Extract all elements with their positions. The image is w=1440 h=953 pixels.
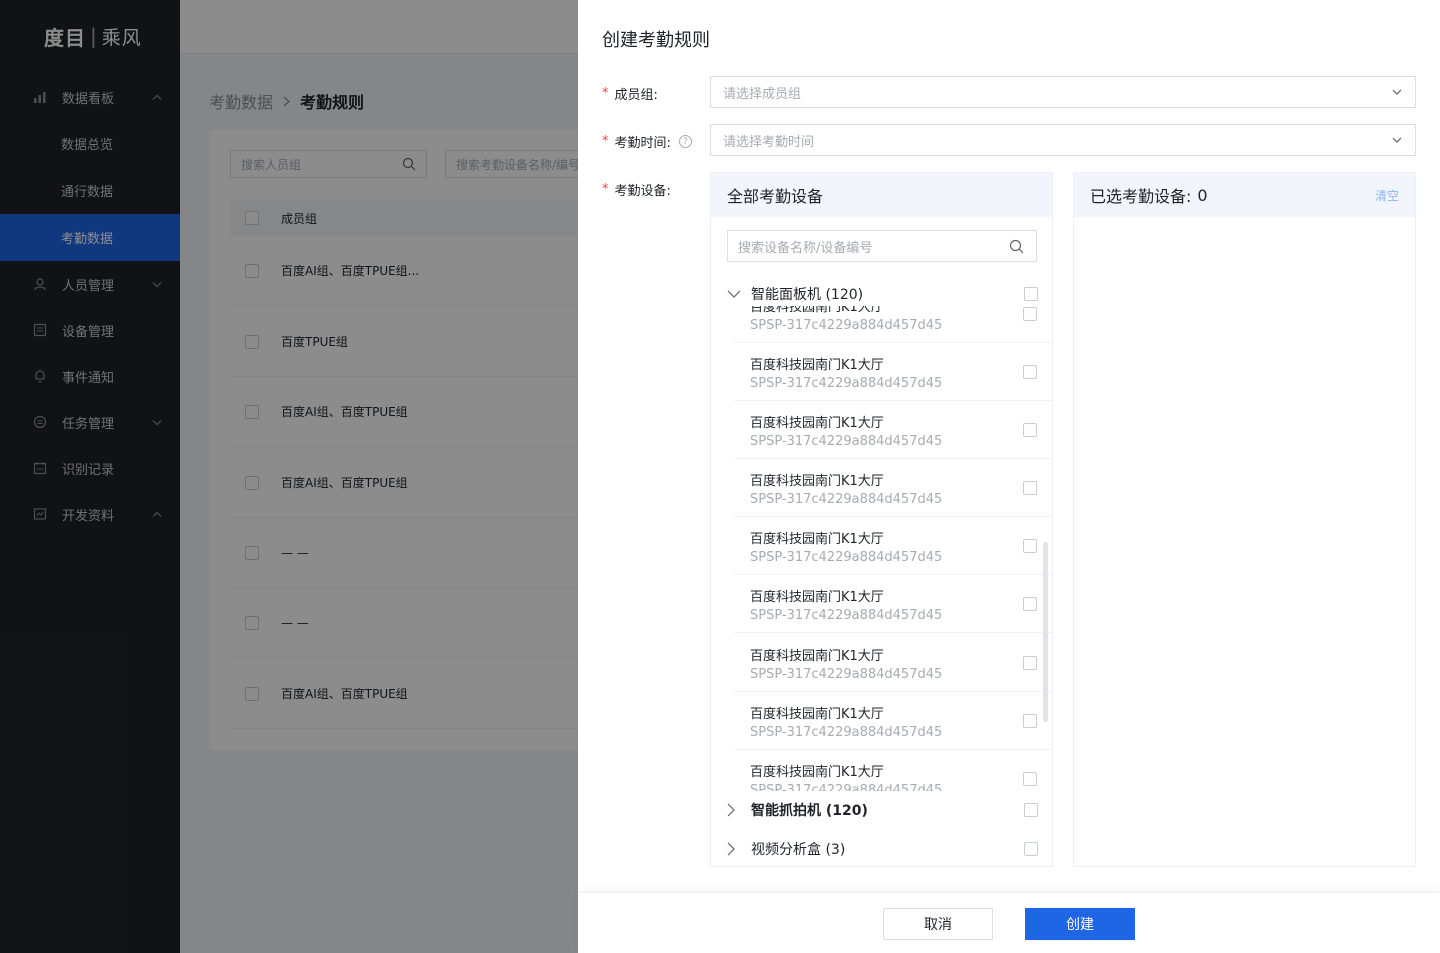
drawer-footer: 取消 创建: [578, 892, 1440, 953]
list-item[interactable]: 百度科技园南门K1大厅 SPSP-317c4229a884d457d45: [734, 401, 1052, 459]
device-name: 百度科技园南门K1大厅: [750, 474, 884, 489]
all-devices-panel: 全部考勤设备 搜索设备名称/设备编号 智能面板机 (120) 百度科技园南门K1…: [710, 172, 1053, 867]
device-code: SPSP-317c4229a884d457d45: [750, 318, 943, 333]
device-code: SPSP-317c4229a884d457d45: [750, 434, 943, 449]
search-icon: [1009, 239, 1024, 258]
attendance-time-select[interactable]: 请选择考勤时间: [710, 124, 1416, 156]
tree-group-panel-machine[interactable]: 智能面板机 (120): [711, 279, 1053, 309]
tree-group-label: 智能面板机 (120): [751, 287, 864, 303]
member-group-label: * 成员组:: [602, 84, 658, 103]
device-checkbox[interactable]: [1023, 481, 1037, 495]
device-checkbox[interactable]: [1023, 597, 1037, 611]
group-checkbox[interactable]: [1024, 803, 1038, 817]
device-checkbox[interactable]: [1023, 365, 1037, 379]
device-checkbox[interactable]: [1023, 656, 1037, 670]
device-name: 百度科技园南门K1大厅: [750, 649, 884, 664]
member-group-select[interactable]: 请选择成员组: [710, 76, 1416, 108]
help-icon[interactable]: ?: [678, 135, 692, 148]
all-devices-title: 全部考勤设备: [727, 187, 824, 206]
create-rule-drawer: 创建考勤规则 * 成员组: 请选择成员组 * 考勤时间: ? 请选择考勤时间 *…: [578, 0, 1440, 953]
tree-group-label: 视频分析盒 (3): [751, 842, 846, 858]
attendance-time-label: * 考勤时间: ?: [602, 132, 692, 151]
device-code: SPSP-317c4229a884d457d45: [750, 492, 943, 507]
member-group-placeholder: 请选择成员组: [723, 86, 802, 102]
list-item[interactable]: 百度科技园南门K1大厅 SPSP-317c4229a884d457d45: [734, 750, 1052, 791]
all-devices-header: 全部考勤设备: [711, 173, 1052, 217]
chevron-right-icon[interactable]: [727, 803, 741, 817]
device-name: 百度科技园南门K1大厅: [750, 358, 884, 373]
list-item[interactable]: 百度科技园南门K1大厅 SPSP-317c4229a884d457d45: [734, 343, 1052, 401]
device-checkbox[interactable]: [1023, 772, 1037, 786]
required-mark: *: [602, 182, 609, 197]
cancel-button[interactable]: 取消: [883, 908, 993, 940]
chevron-right-icon[interactable]: [727, 842, 741, 856]
device-list[interactable]: 百度科技园南门K1大厅 SPSP-317c4229a884d457d45 百度科…: [711, 306, 1053, 791]
attendance-time-label-text: 考勤时间:: [614, 136, 671, 151]
device-checkbox[interactable]: [1023, 539, 1037, 553]
tree-group-video-box[interactable]: 视频分析盒 (3): [711, 834, 1053, 864]
device-checkbox[interactable]: [1023, 714, 1037, 728]
device-name: 百度科技园南门K1大厅: [750, 765, 884, 780]
list-item[interactable]: 百度科技园南门K1大厅 SPSP-317c4229a884d457d45: [734, 459, 1052, 517]
drawer-title: 创建考勤规则: [602, 30, 710, 51]
device-code: SPSP-317c4229a884d457d45: [750, 725, 943, 740]
selected-count: 0: [1197, 185, 1208, 205]
list-item[interactable]: 百度科技园南门K1大厅 SPSP-317c4229a884d457d45: [734, 692, 1052, 750]
selected-devices-panel: 已选考勤设备: 0 清空: [1073, 172, 1416, 867]
scrollbar-thumb[interactable]: [1043, 542, 1048, 722]
selected-devices-header: 已选考勤设备: 0 清空: [1074, 173, 1415, 217]
device-code: SPSP-317c4229a884d457d45: [750, 608, 943, 623]
list-item[interactable]: 百度科技园南门K1大厅 SPSP-317c4229a884d457d45: [734, 306, 1052, 343]
chevron-down-icon[interactable]: [727, 290, 741, 298]
device-name: 百度科技园南门K1大厅: [750, 707, 884, 722]
attendance-device-label: * 考勤设备:: [602, 180, 671, 199]
tree-group-label: 智能抓拍机 (120): [751, 803, 868, 819]
device-name: 百度科技园南门K1大厅: [750, 532, 884, 547]
device-name: 百度科技园南门K1大厅: [750, 590, 884, 605]
device-code: SPSP-317c4229a884d457d45: [750, 550, 943, 565]
attendance-time-placeholder: 请选择考勤时间: [723, 134, 815, 150]
device-code: SPSP-317c4229a884d457d45: [750, 376, 943, 391]
list-item[interactable]: 百度科技园南门K1大厅 SPSP-317c4229a884d457d45: [734, 575, 1052, 633]
chevron-down-icon: [1391, 86, 1403, 102]
required-mark: *: [602, 86, 609, 101]
create-button[interactable]: 创建: [1025, 908, 1135, 940]
chevron-down-icon: [1391, 134, 1403, 150]
device-name: 百度科技园南门K1大厅: [750, 306, 884, 315]
member-group-label-text: 成员组:: [614, 88, 658, 103]
device-checkbox[interactable]: [1023, 423, 1037, 437]
list-item[interactable]: 百度科技园南门K1大厅 SPSP-317c4229a884d457d45: [734, 634, 1052, 692]
group-checkbox[interactable]: [1024, 287, 1038, 301]
device-checkbox[interactable]: [1023, 307, 1037, 321]
tree-group-capture-camera[interactable]: 智能抓拍机 (120): [711, 795, 1053, 825]
selected-devices-title: 已选考勤设备:: [1090, 187, 1192, 206]
group-checkbox[interactable]: [1024, 842, 1038, 856]
attendance-device-label-text: 考勤设备:: [614, 184, 671, 199]
list-item[interactable]: 百度科技园南门K1大厅 SPSP-317c4229a884d457d45: [734, 517, 1052, 575]
device-search-field-placeholder: 搜索设备名称/设备编号: [738, 240, 873, 256]
device-name: 百度科技园南门K1大厅: [750, 416, 884, 431]
required-mark: *: [602, 134, 609, 149]
device-code: SPSP-317c4229a884d457d45: [750, 667, 943, 682]
device-search-field[interactable]: 搜索设备名称/设备编号: [727, 230, 1037, 262]
device-code: SPSP-317c4229a884d457d45: [750, 783, 943, 791]
clear-button[interactable]: 清空: [1375, 187, 1399, 204]
